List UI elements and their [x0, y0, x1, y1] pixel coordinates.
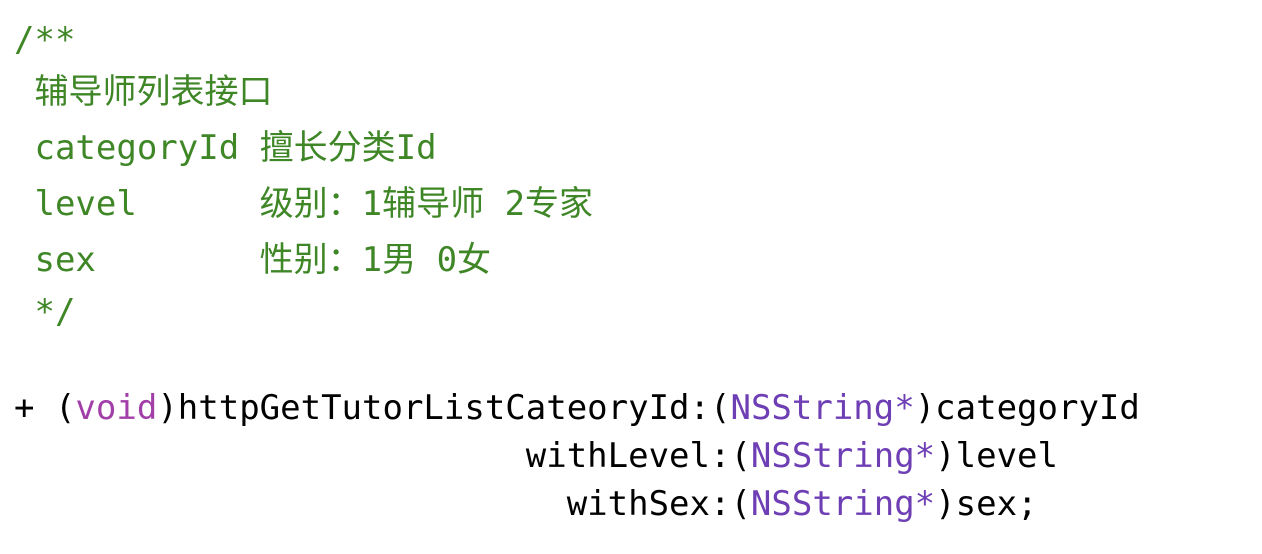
selector-label-sex: withSex:( [566, 484, 751, 524]
method-signature-line-1: + (void)httpGetTutorListCateoryId:(NSStr… [14, 388, 1140, 428]
comment-title: 辅导师列表接口 [14, 72, 273, 112]
arg-name-level: )level [935, 436, 1058, 476]
method-prefix: + ( [14, 388, 76, 428]
arg-type-sex: NSString* [750, 484, 936, 524]
comment-param-level: level 级别：1辅导师 2专家 [14, 184, 594, 224]
return-type-keyword: void [75, 388, 158, 428]
method-signature-line-3: withSex:(NSString*)sex; [14, 484, 1038, 524]
arg-name-sex: )sex; [935, 484, 1038, 524]
arg-name-category: )categoryId [914, 388, 1140, 428]
selector-label-level: withLevel:( [525, 436, 751, 476]
method-signature-line-2: withLevel:(NSString*)level [14, 436, 1058, 476]
code-editor[interactable]: /** 辅导师列表接口 categoryId 擅长分类Id level 级别：1… [0, 0, 1262, 554]
arg-type-category: NSString* [730, 388, 915, 428]
comment-param-sex: sex 性别：1男 0女 [14, 240, 492, 280]
arg-type-level: NSString* [750, 436, 936, 476]
method-name: )httpGetTutorListCateoryId:( [157, 388, 731, 428]
comment-close: */ [14, 292, 76, 332]
comment-param-category: categoryId 擅长分类Id [14, 128, 437, 168]
comment-open: /** [14, 20, 76, 60]
